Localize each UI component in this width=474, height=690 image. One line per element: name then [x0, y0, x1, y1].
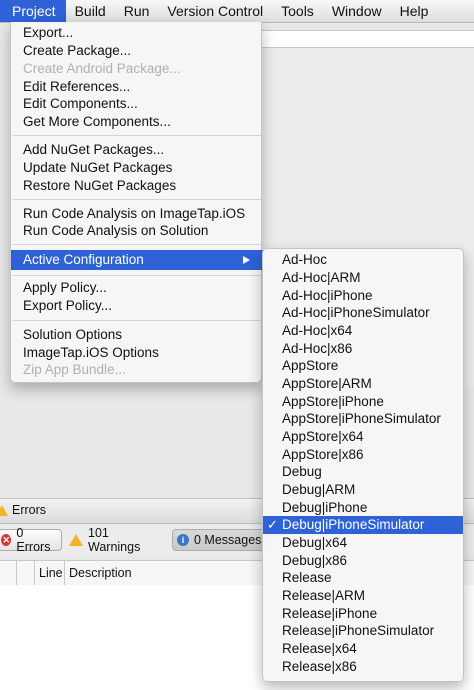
warning-icon: [69, 534, 83, 546]
checkmark-icon: ✓: [267, 517, 278, 532]
column-separator: [64, 561, 65, 585]
menu-item-add-nuget-packages[interactable]: Add NuGet Packages...: [11, 141, 263, 159]
config-item[interactable]: AppStore|ARM: [263, 375, 463, 393]
config-item[interactable]: Debug: [263, 463, 463, 481]
config-item[interactable]: Release|x86: [263, 658, 463, 676]
messages-count: 0 Messages: [194, 533, 262, 547]
menu-item-create-android-package: Create Android Package...: [23, 61, 181, 76]
toolbar-field[interactable]: [262, 30, 474, 48]
menubar-help[interactable]: Help: [391, 0, 438, 22]
menu-item-edit-components[interactable]: Edit Components...: [11, 95, 263, 113]
menubar-build[interactable]: Build: [66, 0, 115, 22]
menu-item-edit-references[interactable]: Edit References...: [11, 78, 263, 96]
errors-count: 0 Errors: [16, 526, 51, 554]
menu-separator: [12, 275, 261, 276]
config-item[interactable]: AppStore|iPhone: [263, 393, 463, 411]
warnings-count: 101 Warnings: [88, 526, 141, 554]
config-item[interactable]: Ad-Hoc|iPhoneSimulator: [263, 304, 463, 322]
column-separator: [16, 561, 17, 585]
menu-item-run-code-analysis-project[interactable]: Run Code Analysis on ImageTap.iOS: [11, 205, 263, 223]
active-configuration-submenu: Ad-Hoc Ad-Hoc|ARM Ad-Hoc|iPhone Ad-Hoc|i…: [262, 248, 464, 682]
config-item-label: Debug|iPhoneSimulator: [282, 517, 425, 532]
info-icon: i: [177, 534, 189, 546]
menu-item-solution-options[interactable]: Solution Options: [11, 326, 263, 344]
warning-icon: [0, 504, 8, 516]
config-item[interactable]: AppStore|iPhoneSimulator: [263, 410, 463, 428]
error-icon: ✕: [1, 534, 12, 546]
project-menu: Export... Create Package... Create Andro…: [10, 22, 263, 383]
config-item-selected[interactable]: ✓ Debug|iPhoneSimulator: [263, 516, 463, 534]
column-separator: [34, 561, 35, 585]
config-item[interactable]: Release|x64: [263, 640, 463, 658]
menu-item-create-package[interactable]: Create Package...: [11, 42, 263, 60]
menu-separator: [12, 320, 261, 321]
errors-pad-title: Errors: [0, 503, 46, 517]
menu-separator: [12, 135, 261, 136]
column-line[interactable]: Line: [39, 566, 63, 580]
menu-item-get-more-components[interactable]: Get More Components...: [11, 113, 263, 131]
menubar-window[interactable]: Window: [323, 0, 391, 22]
config-item[interactable]: Ad-Hoc|ARM: [263, 269, 463, 287]
menu-item-run-code-analysis-solution[interactable]: Run Code Analysis on Solution: [11, 222, 263, 240]
errors-pad-label: Errors: [12, 503, 47, 517]
config-item[interactable]: Debug|iPhone: [263, 499, 463, 517]
config-item[interactable]: Ad-Hoc|x86: [263, 340, 463, 358]
config-item[interactable]: AppStore: [263, 357, 463, 375]
submenu-arrow-icon: [243, 256, 250, 264]
menu-item-project-options[interactable]: ImageTap.iOS Options: [11, 344, 263, 362]
menu-item-export-policy[interactable]: Export Policy...: [11, 297, 263, 315]
active-configuration-label: Active Configuration: [23, 252, 144, 267]
column-description[interactable]: Description: [69, 566, 132, 580]
menubar-version-control[interactable]: Version Control: [158, 0, 272, 22]
menu-item-restore-nuget-packages[interactable]: Restore NuGet Packages: [11, 177, 263, 195]
menubar-project[interactable]: Project: [0, 0, 66, 22]
menubar-run[interactable]: Run: [115, 0, 159, 22]
config-item[interactable]: Debug|x86: [263, 552, 463, 570]
menu-separator: [12, 244, 261, 245]
menu-separator: [12, 199, 261, 200]
config-item[interactable]: Ad-Hoc|iPhone: [263, 287, 463, 305]
menu-item-zip-app-bundle: Zip App Bundle...: [23, 362, 126, 377]
menu-item-active-configuration[interactable]: Active Configuration: [11, 250, 263, 270]
config-item[interactable]: Ad-Hoc|x64: [263, 322, 463, 340]
menu-bar: Project Build Run Version Control Tools …: [0, 0, 474, 23]
menu-item-export[interactable]: Export...: [11, 24, 263, 42]
messages-filter-button[interactable]: i 0 Messages: [172, 529, 270, 551]
warnings-filter-button[interactable]: 101 Warnings: [64, 526, 170, 554]
config-item[interactable]: Release|iPhone: [263, 605, 463, 623]
menubar-tools[interactable]: Tools: [272, 0, 323, 22]
config-item[interactable]: AppStore|x86: [263, 446, 463, 464]
menu-item-update-nuget-packages[interactable]: Update NuGet Packages: [11, 159, 263, 177]
config-item[interactable]: Release|iPhoneSimulator: [263, 622, 463, 640]
config-item[interactable]: Release: [263, 569, 463, 587]
config-item[interactable]: Debug|x64: [263, 534, 463, 552]
menu-item-apply-policy[interactable]: Apply Policy...: [11, 279, 263, 297]
config-item[interactable]: Release|ARM: [263, 587, 463, 605]
errors-filter-button[interactable]: ✕ 0 Errors: [0, 526, 62, 554]
config-item[interactable]: Ad-Hoc: [263, 251, 463, 269]
config-item[interactable]: Debug|ARM: [263, 481, 463, 499]
config-item[interactable]: AppStore|x64: [263, 428, 463, 446]
